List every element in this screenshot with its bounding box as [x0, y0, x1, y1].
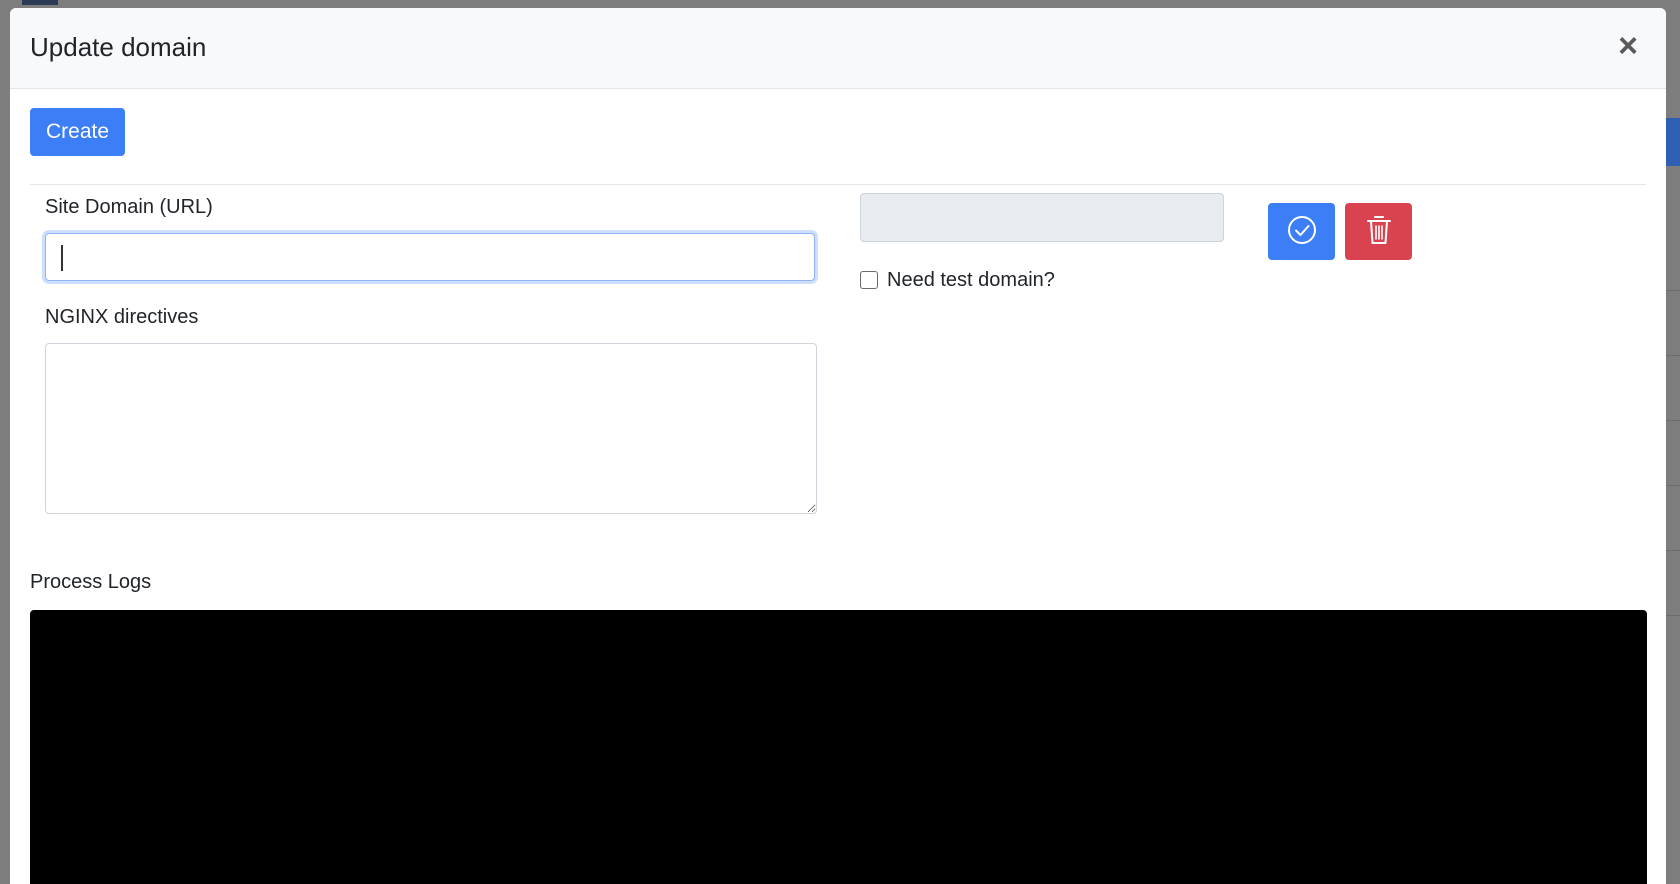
backdrop-table-lines — [1666, 290, 1680, 690]
create-button[interactable]: Create — [30, 108, 126, 156]
confirm-button[interactable] — [1268, 203, 1335, 260]
nginx-directives-textarea[interactable] — [45, 343, 817, 514]
process-logs-console[interactable] — [30, 610, 1647, 884]
need-test-domain-row[interactable]: Need test domain? — [860, 266, 1055, 294]
modal-title: Update domain — [30, 32, 207, 62]
backdrop-tab — [22, 0, 58, 5]
toolbar: Create — [30, 108, 1646, 185]
process-logs-label: Process Logs — [30, 571, 152, 593]
need-test-domain-label[interactable]: Need test domain? — [887, 269, 1055, 292]
delete-button[interactable] — [1345, 203, 1412, 260]
update-domain-modal: Update domain × Create Site Domain (URL)… — [10, 8, 1666, 884]
close-button[interactable]: × — [1612, 29, 1644, 63]
modal-header: Update domain × — [10, 8, 1666, 89]
check-circle-icon — [1287, 215, 1317, 248]
trash-icon — [1366, 214, 1392, 249]
need-test-domain-checkbox[interactable] — [860, 271, 878, 289]
nginx-directives-label: NGINX directives — [45, 306, 199, 328]
site-domain-input[interactable] — [45, 233, 815, 281]
text-caret — [61, 245, 63, 271]
test-domain-input — [860, 193, 1224, 242]
site-domain-label: Site Domain (URL) — [45, 196, 213, 218]
